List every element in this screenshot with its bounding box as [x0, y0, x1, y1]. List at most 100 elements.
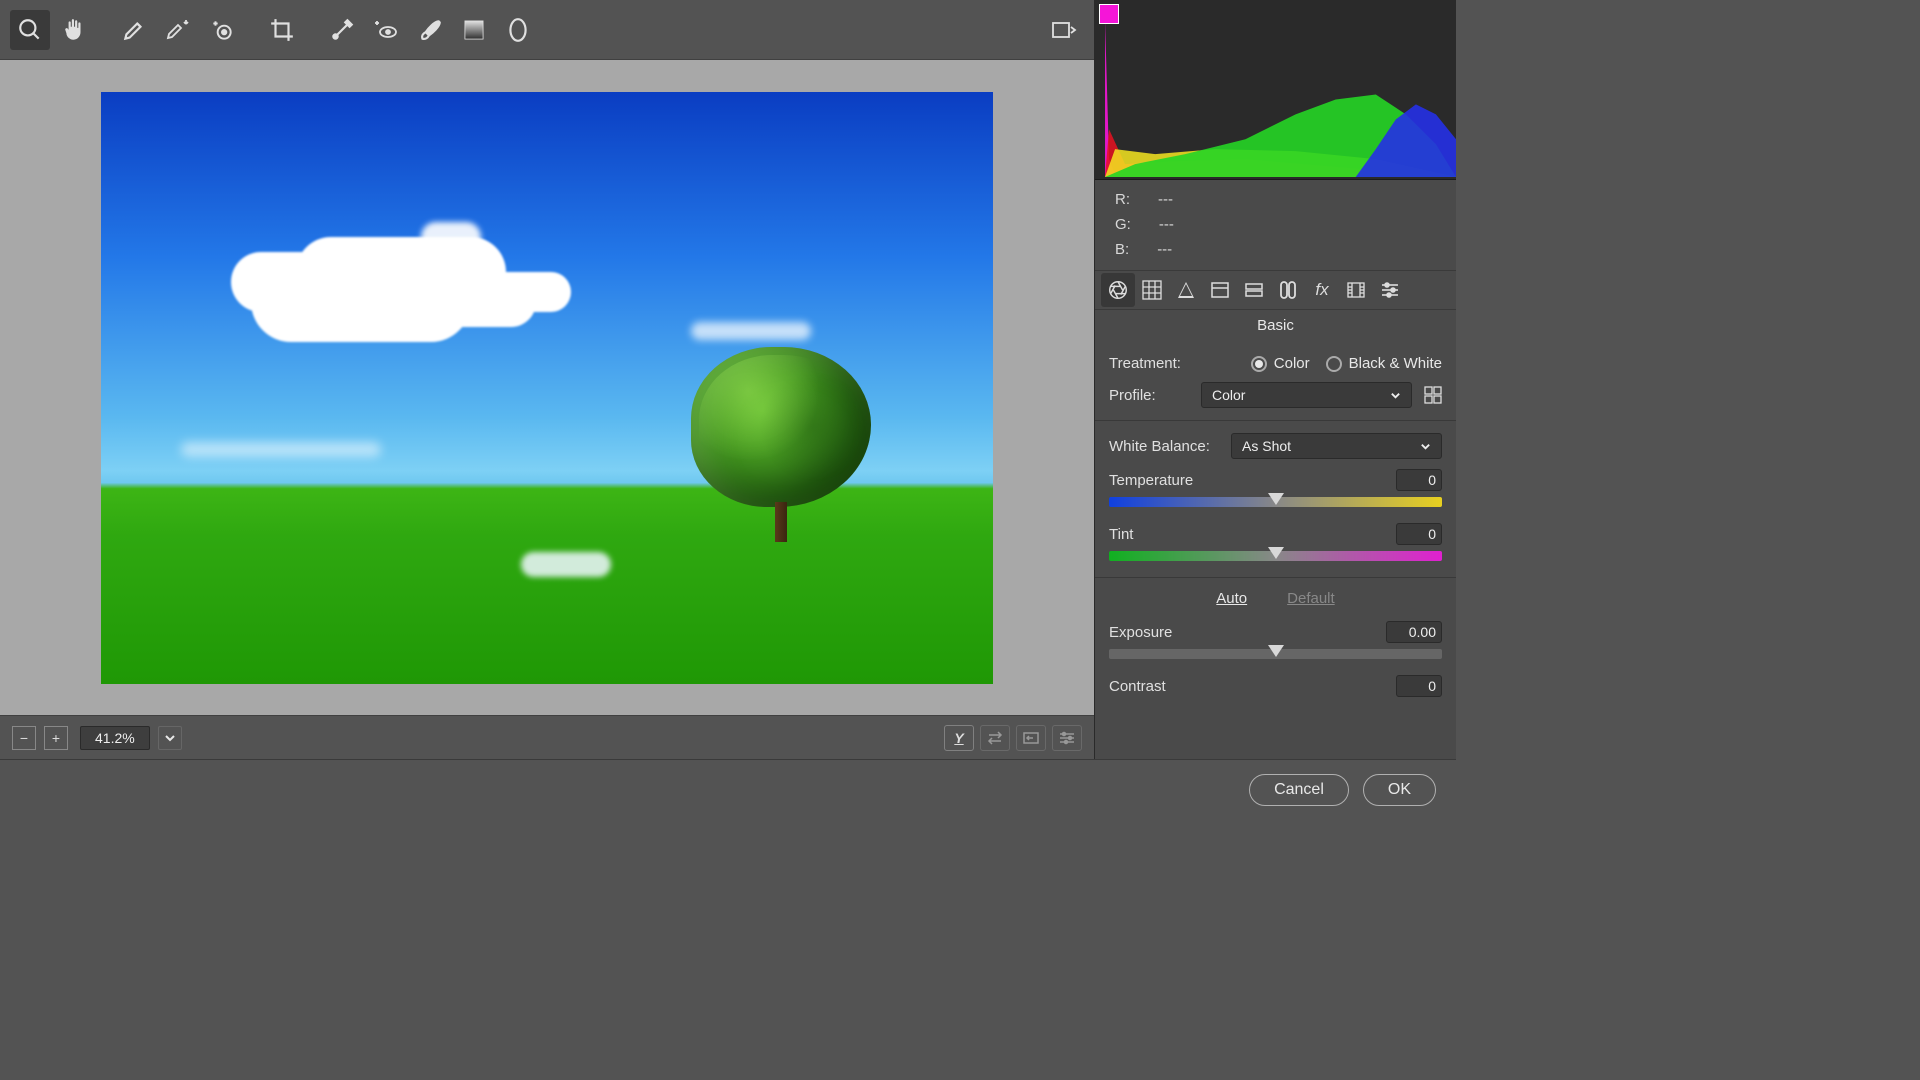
- tab-basic[interactable]: [1101, 273, 1135, 307]
- wb-select[interactable]: As Shot: [1231, 433, 1442, 459]
- tab-hsl[interactable]: [1203, 273, 1237, 307]
- tab-lens[interactable]: [1271, 273, 1305, 307]
- ellipse-icon: [505, 17, 531, 43]
- radio-icon: [1326, 356, 1342, 372]
- detail-icon: [1176, 280, 1196, 300]
- g-label: G:: [1115, 213, 1131, 238]
- swap-button[interactable]: [980, 725, 1010, 751]
- radio-selected-icon: [1251, 356, 1267, 372]
- treatment-color-label: Color: [1274, 355, 1310, 372]
- default-button[interactable]: Default: [1287, 590, 1335, 607]
- rgb-readout: R: --- G: --- B: ---: [1095, 180, 1456, 270]
- zoom-in-button[interactable]: +: [44, 726, 68, 750]
- r-value: ---: [1158, 188, 1173, 213]
- tint-input[interactable]: [1396, 523, 1442, 545]
- temperature-input[interactable]: [1396, 469, 1442, 491]
- image-preview: [101, 92, 993, 684]
- b-value: ---: [1157, 238, 1172, 263]
- histogram[interactable]: [1095, 0, 1456, 180]
- tab-split-toning[interactable]: [1237, 273, 1271, 307]
- sampler-icon: [164, 17, 192, 43]
- slider-thumb[interactable]: [1268, 645, 1284, 657]
- tint-label: Tint: [1109, 526, 1133, 543]
- zoom-dropdown[interactable]: [158, 726, 182, 750]
- color-sampler-tool[interactable]: [158, 10, 198, 50]
- before-after-button[interactable]: Y: [944, 725, 974, 751]
- contrast-input[interactable]: [1396, 675, 1442, 697]
- ok-button[interactable]: OK: [1363, 774, 1436, 806]
- chevron-down-icon: [1390, 390, 1401, 401]
- red-eye-tool[interactable]: [366, 10, 406, 50]
- exposure-label: Exposure: [1109, 624, 1172, 641]
- preferences-button[interactable]: [1052, 725, 1082, 751]
- slider-thumb[interactable]: [1268, 547, 1284, 559]
- profile-value: Color: [1212, 387, 1245, 403]
- crop-icon: [269, 17, 295, 43]
- radial-filter-tool[interactable]: [498, 10, 538, 50]
- before-after-label: Y: [954, 730, 963, 746]
- eyedropper-icon: [121, 17, 147, 43]
- hand-icon: [61, 17, 87, 43]
- copy-settings-button[interactable]: [1016, 725, 1046, 751]
- tab-effects[interactable]: fx: [1305, 273, 1339, 307]
- temperature-label: Temperature: [1109, 472, 1193, 489]
- treatment-bw-label: Black & White: [1349, 355, 1442, 372]
- b-label: B:: [1115, 238, 1129, 263]
- swap-icon: [986, 730, 1004, 746]
- aperture-icon: [1107, 279, 1129, 301]
- zoom-value[interactable]: 41.2%: [80, 726, 150, 750]
- panel-tabs: fx: [1095, 270, 1456, 310]
- shadow-clip-indicator[interactable]: [1099, 4, 1119, 24]
- zoom-icon: [17, 17, 43, 43]
- basic-panel-body: Treatment: Color Black & White Profile:: [1095, 341, 1456, 759]
- hsl-icon: [1210, 280, 1230, 300]
- wb-label: White Balance:: [1109, 438, 1219, 455]
- toggle-panels-button[interactable]: [1044, 10, 1084, 50]
- graduated-filter-tool[interactable]: [454, 10, 494, 50]
- tab-presets[interactable]: [1373, 273, 1407, 307]
- canvas-area[interactable]: [0, 60, 1094, 715]
- split-icon: [1244, 280, 1264, 300]
- treatment-bw-radio[interactable]: Black & White: [1326, 355, 1442, 372]
- sliders-icon: [1058, 730, 1076, 746]
- zoom-tool[interactable]: [10, 10, 50, 50]
- sliders-icon: [1380, 280, 1400, 300]
- exposure-input[interactable]: [1386, 621, 1442, 643]
- tint-slider[interactable]: [1109, 551, 1442, 561]
- tab-detail[interactable]: [1169, 273, 1203, 307]
- adjustment-brush-tool[interactable]: [410, 10, 450, 50]
- white-balance-tool[interactable]: [114, 10, 154, 50]
- slider-thumb[interactable]: [1268, 493, 1284, 505]
- fx-icon: fx: [1315, 280, 1328, 300]
- panel-title: Basic: [1095, 310, 1456, 341]
- r-label: R:: [1115, 188, 1130, 213]
- tab-calibration[interactable]: [1339, 273, 1373, 307]
- left-panel: − + 41.2% Y: [0, 0, 1095, 759]
- g-value: ---: [1159, 213, 1174, 238]
- wb-value: As Shot: [1242, 438, 1291, 454]
- profile-browser-button[interactable]: [1424, 386, 1442, 404]
- cancel-button[interactable]: Cancel: [1249, 774, 1349, 806]
- spot-removal-tool[interactable]: [322, 10, 362, 50]
- treatment-label: Treatment:: [1109, 355, 1189, 372]
- chevron-down-icon: [1420, 441, 1431, 452]
- toolbar: [0, 0, 1094, 60]
- profile-label: Profile:: [1109, 387, 1189, 404]
- temperature-slider[interactable]: [1109, 497, 1442, 507]
- profile-select[interactable]: Color: [1201, 382, 1412, 408]
- bottom-bar: − + 41.2% Y: [0, 715, 1094, 759]
- hand-tool[interactable]: [54, 10, 94, 50]
- auto-button[interactable]: Auto: [1216, 590, 1247, 607]
- crop-tool[interactable]: [262, 10, 302, 50]
- gradient-icon: [463, 17, 485, 43]
- targeted-adjustment-tool[interactable]: [202, 10, 242, 50]
- tab-tone-curve[interactable]: [1135, 273, 1169, 307]
- target-icon: [209, 17, 235, 43]
- exposure-slider[interactable]: [1109, 649, 1442, 659]
- treatment-color-radio[interactable]: Color: [1251, 355, 1310, 372]
- zoom-out-button[interactable]: −: [12, 726, 36, 750]
- filmstrip-icon: [1346, 280, 1366, 300]
- chevron-down-icon: [164, 732, 176, 744]
- brush-icon: [417, 17, 443, 43]
- grid-icon: [1142, 280, 1162, 300]
